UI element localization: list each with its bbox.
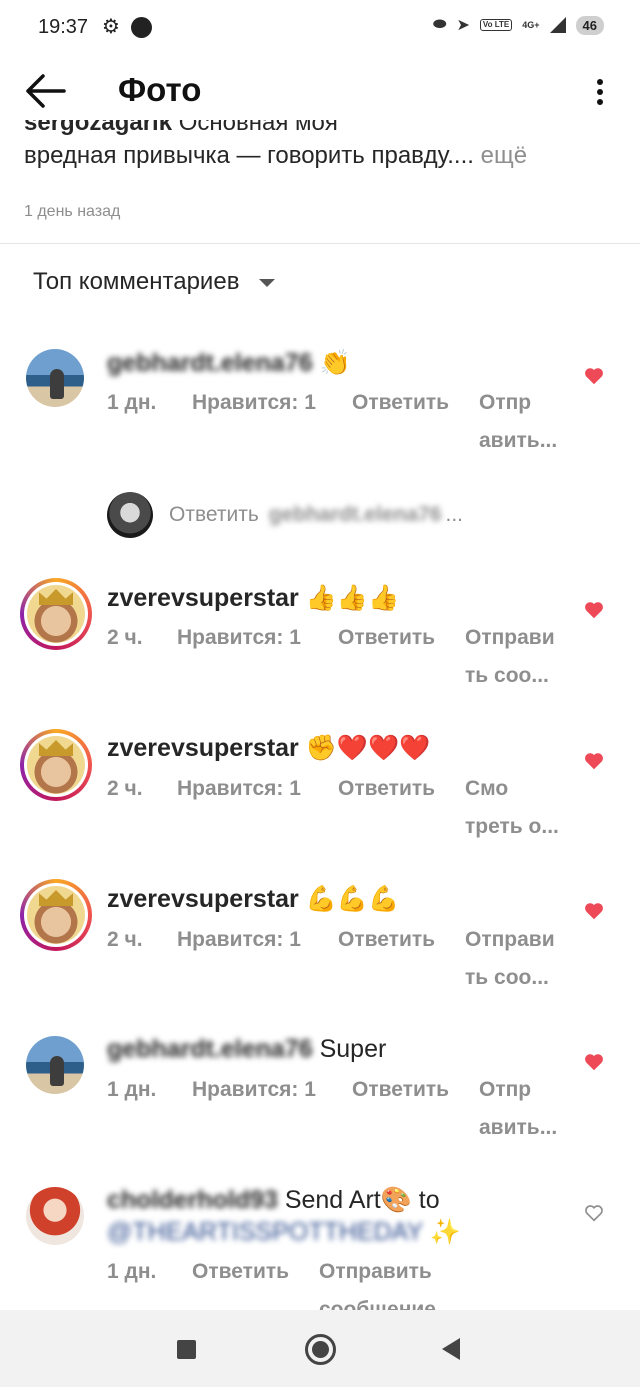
avatar[interactable]: [26, 349, 84, 407]
comment-likes[interactable]: Нравится: 1: [177, 626, 338, 695]
gear-icon: ⚙: [102, 16, 120, 38]
heart-filled-icon[interactable]: [583, 365, 605, 387]
caption-more-link[interactable]: ещё: [481, 142, 527, 169]
send-line-2: треть о...: [465, 815, 559, 838]
send-line-2: авить...: [479, 1116, 558, 1139]
top-app-bar: Фото: [0, 56, 640, 126]
comment-text: Send Art🎨 to: [284, 1186, 440, 1214]
reply-input-label: Ответить: [169, 503, 259, 526]
avatar-story-ring[interactable]: [20, 729, 92, 801]
reply-button[interactable]: Ответить: [338, 777, 465, 846]
mention-link[interactable]: @THEARTISSPOTTHEDAY: [107, 1218, 423, 1246]
comment-username[interactable]: gebhardt.elena76: [107, 1035, 313, 1063]
comment-likes[interactable]: Нравится: 1: [192, 391, 352, 460]
volte-icon: Vo LTE: [479, 19, 513, 31]
comment-time: 2 ч.: [107, 777, 143, 800]
send-message-button[interactable]: Отпр авить...: [479, 1071, 579, 1147]
notification-dot-icon: [131, 17, 152, 38]
divider: [0, 243, 640, 244]
send-message-button[interactable]: Отправи ть соо...: [465, 619, 575, 695]
current-user-avatar: [107, 492, 153, 538]
telegram-icon: ➤: [456, 17, 470, 34]
comment-text-end: ✨: [429, 1218, 461, 1246]
avatar: [27, 886, 85, 944]
send-line-1: Отправи: [465, 626, 555, 649]
battery-icon: 46: [575, 15, 604, 35]
heart-outline-icon[interactable]: [583, 1202, 605, 1224]
avatar-story-ring[interactable]: [20, 879, 92, 951]
comment-text: 👏: [319, 349, 351, 377]
comment-time: 1 дн.: [107, 1078, 157, 1101]
comment-username[interactable]: gebhardt.elena76: [107, 349, 313, 377]
page-title: Фото: [118, 71, 202, 108]
back-arrow-icon[interactable]: [24, 72, 66, 110]
avatar-story-ring[interactable]: [20, 578, 92, 650]
status-icons: ⬬ ➤ Vo LTE 4G+ 46: [433, 15, 604, 35]
heart-filled-icon[interactable]: [583, 1051, 605, 1073]
back-icon[interactable]: [442, 1338, 460, 1360]
comment-time: 1 дн.: [107, 391, 157, 414]
avatar: [27, 736, 85, 794]
comment-text: 💪💪💪: [305, 885, 400, 913]
reply-target-username: gebhardt.elena76: [268, 503, 442, 526]
comment-username[interactable]: zverevsuperstar: [107, 885, 299, 913]
avatar[interactable]: [26, 1187, 84, 1245]
system-navigation-bar: [0, 1310, 640, 1387]
caption-text-first: Основная моя: [178, 120, 338, 136]
comment-text: Super: [319, 1035, 387, 1063]
reply-ellipsis: ...: [445, 503, 464, 526]
send-line-2: ть соо...: [465, 966, 549, 989]
send-message-button[interactable]: Отправи ть соо...: [465, 921, 575, 997]
caption-text-second: вредная привычка — говорить правду....: [24, 142, 474, 169]
more-options-icon[interactable]: [596, 78, 604, 106]
comment-time: 2 ч.: [107, 626, 143, 649]
comment-sort-dropdown[interactable]: Топ комментариев: [33, 268, 276, 296]
messenger-icon: ⬬: [432, 16, 447, 33]
comment-username[interactable]: zverevsuperstar: [107, 734, 299, 762]
reply-button[interactable]: Ответить: [352, 391, 479, 460]
reply-button[interactable]: Ответить: [352, 1078, 479, 1147]
send-line-1: Смо: [465, 777, 509, 800]
caption-username[interactable]: sergozagarik: [24, 120, 172, 136]
comment-username[interactable]: cholderhold93: [107, 1186, 278, 1214]
avatar[interactable]: [26, 1036, 84, 1094]
comment-time: 2 ч.: [107, 928, 143, 951]
avatar: [27, 585, 85, 643]
comment-text: 👍👍👍: [305, 584, 400, 612]
reply-button[interactable]: Ответить: [338, 928, 465, 997]
heart-filled-icon[interactable]: [583, 750, 605, 772]
send-line-1: Отпр: [479, 391, 532, 414]
send-line-2: ть соо...: [465, 664, 549, 687]
send-line-1: Отпр: [479, 1078, 532, 1101]
home-icon[interactable]: [305, 1334, 336, 1365]
send-line-1: Отправить: [319, 1260, 432, 1283]
post-date: 1 день назад: [24, 203, 121, 220]
signal-icon: [549, 17, 566, 33]
send-line-1: Отправи: [465, 928, 555, 951]
status-time: 19:37: [38, 16, 89, 38]
recent-apps-icon[interactable]: [177, 1340, 196, 1359]
comment-likes[interactable]: Нравится: 1: [177, 928, 338, 997]
status-bar: 19:37 ⚙ ⬬ ➤ Vo LTE 4G+ 46: [0, 0, 640, 56]
comment-text: ✊❤️❤️❤️: [305, 734, 431, 762]
heart-filled-icon[interactable]: [583, 599, 605, 621]
network-type: 4G+: [522, 20, 540, 30]
reply-button[interactable]: Ответить: [338, 626, 465, 695]
heart-filled-icon[interactable]: [583, 900, 605, 922]
send-line-2: авить...: [479, 429, 558, 452]
send-message-button[interactable]: Отпр авить...: [479, 384, 579, 460]
post-caption: sergozagarik Основная моя вредная привыч…: [24, 120, 614, 192]
chevron-down-icon: [259, 279, 276, 287]
comment-likes[interactable]: Нравится: 1: [192, 1078, 352, 1147]
view-translation-button[interactable]: Смо треть о...: [465, 770, 575, 846]
comment-username[interactable]: zverevsuperstar: [107, 584, 299, 612]
comment-likes[interactable]: Нравится: 1: [177, 777, 338, 846]
reply-input-row[interactable]: Ответить gebhardt.elena76 ...: [107, 492, 463, 538]
sort-label: Топ комментариев: [33, 268, 240, 295]
